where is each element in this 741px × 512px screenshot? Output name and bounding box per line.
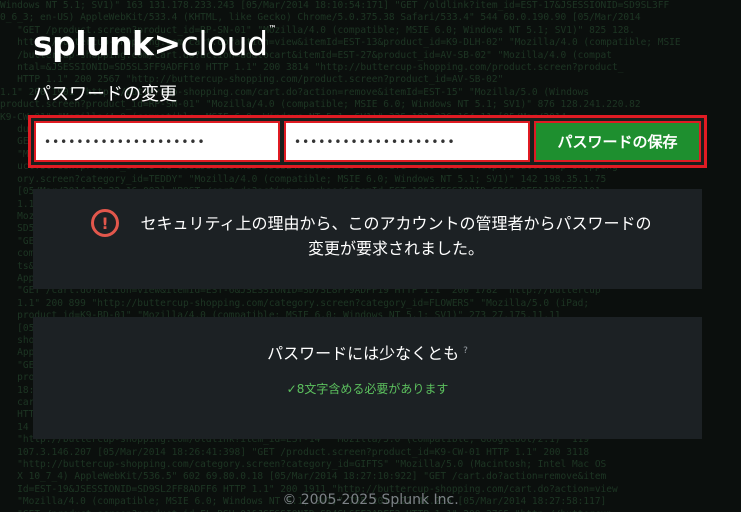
confirm-password-input[interactable] [284, 121, 530, 162]
security-alert-panel: ! セキュリティ上の理由から、このアカウントの管理者からパスワードの変更が要求さ… [33, 189, 702, 289]
requirements-title-text: パスワードには少なくとも [267, 344, 460, 363]
new-password-input[interactable] [34, 121, 280, 162]
help-icon[interactable]: ? [463, 346, 468, 356]
password-form: パスワードの保存 [28, 115, 707, 168]
copyright-footer: © 2005-2025 Splunk Inc. [282, 492, 459, 508]
requirements-title: パスワードには少なくとも? [33, 340, 702, 364]
alert-message: セキュリティ上の理由から、このアカウントの管理者からパスワードの変更が要求されま… [140, 214, 652, 258]
alert-icon: ! [91, 209, 119, 237]
logo-brand: splunk> [33, 24, 181, 63]
password-requirements-panel: パスワードには少なくとも? ✓8文字含める必要があります [33, 317, 702, 439]
splunk-cloud-logo: splunk>cloud™ [33, 24, 277, 63]
requirement-item: ✓8文字含める必要があります [286, 382, 449, 396]
logo-product: cloud [180, 24, 268, 63]
page-title: パスワードの変更 [33, 84, 177, 105]
logo-trademark: ™ [268, 24, 277, 33]
save-password-button[interactable]: パスワードの保存 [534, 121, 701, 162]
